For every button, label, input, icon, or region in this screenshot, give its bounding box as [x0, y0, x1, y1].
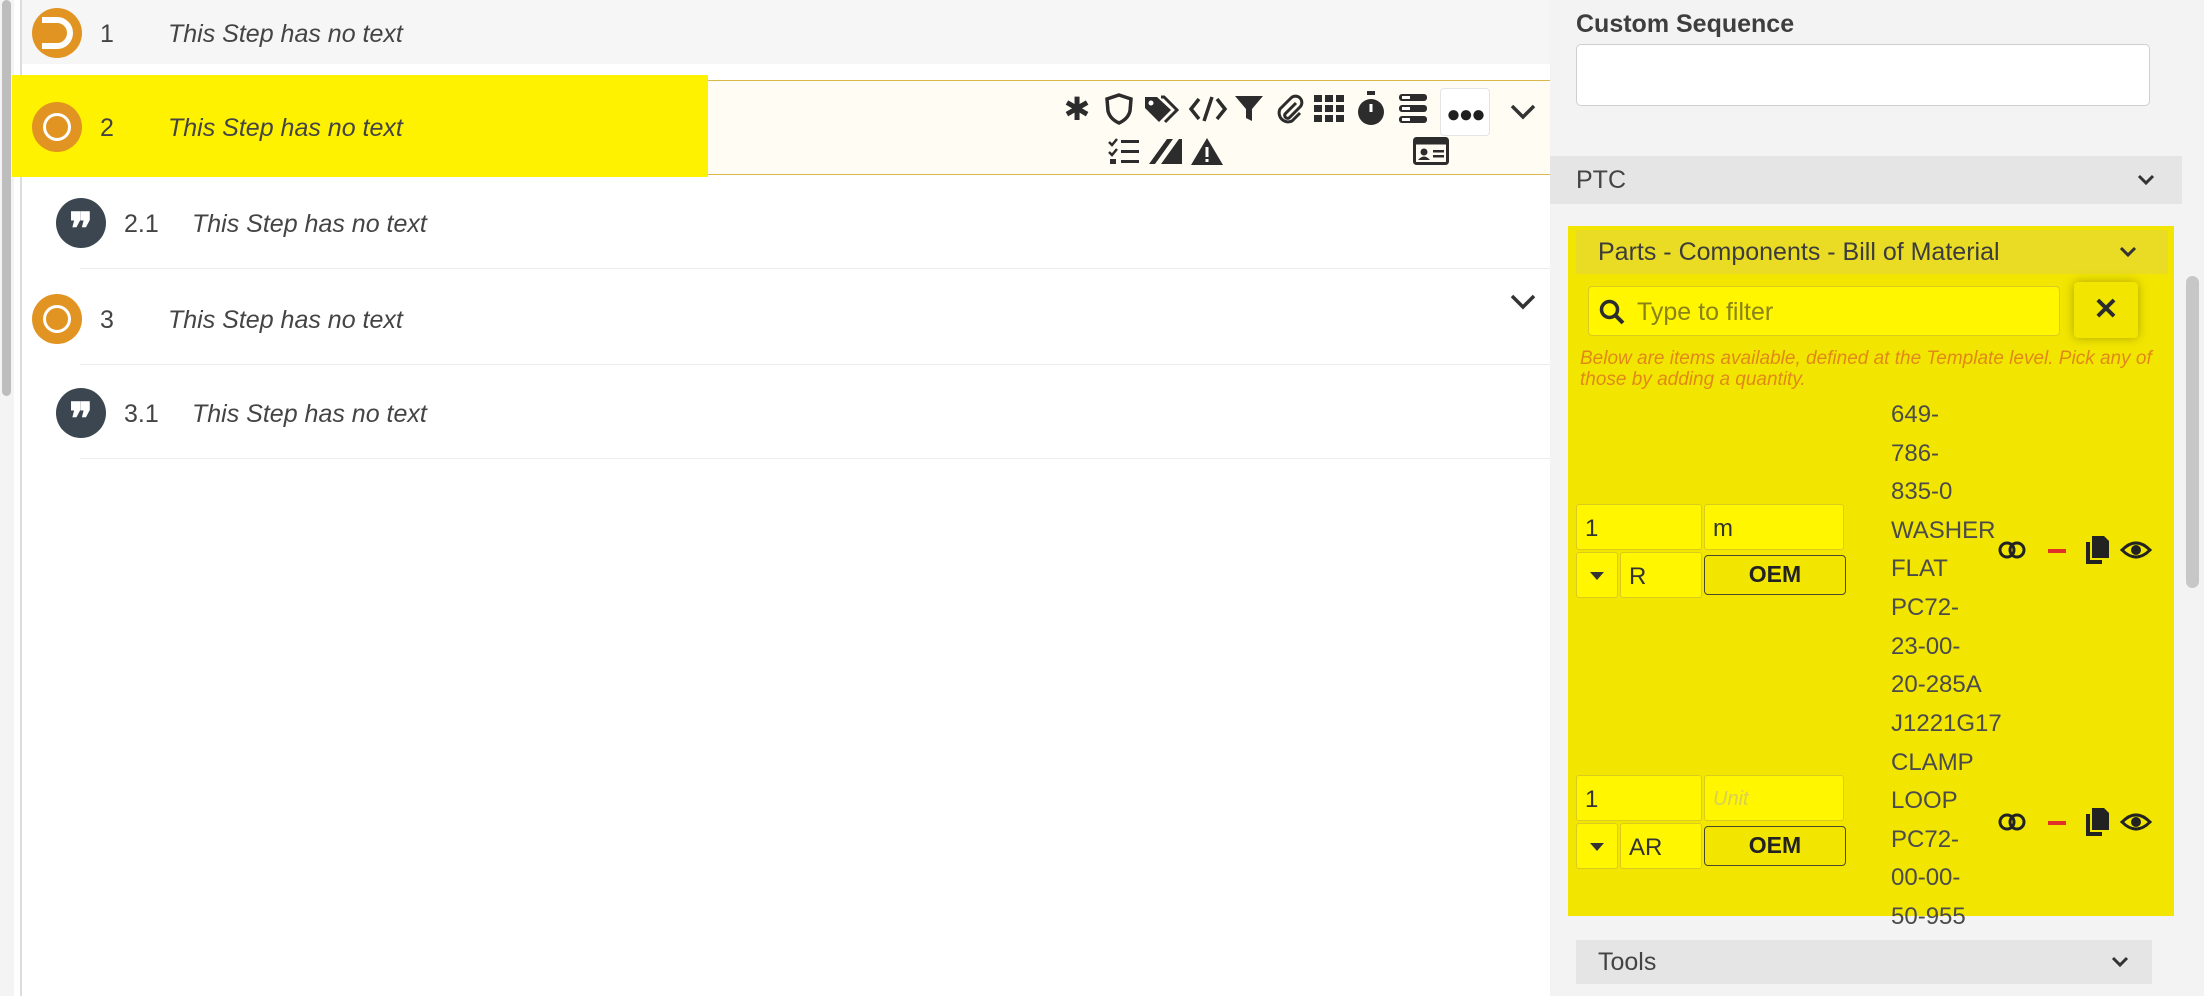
parts-filter-input[interactable]: Type to filter: [1588, 286, 2060, 336]
chevron-down-icon[interactable]: [2136, 170, 2156, 190]
step-number: 3: [100, 306, 114, 334]
step-status-ring-icon[interactable]: [32, 102, 82, 152]
clear-filter-button[interactable]: ✕: [2074, 282, 2138, 338]
oem-button[interactable]: OEM: [1704, 555, 1846, 595]
unit-input[interactable]: m: [1704, 504, 1844, 550]
step-row-3-1[interactable]: ❞ 3.1 This Step has no text: [22, 374, 1550, 458]
toggle-link-icon[interactable]: [1998, 539, 2026, 561]
tools-section-header[interactable]: Tools: [1576, 940, 2152, 984]
close-icon: ✕: [2093, 293, 2119, 326]
step-row-1[interactable]: 1 This Step has no text: [22, 0, 1550, 64]
quantity-input[interactable]: 1: [1576, 504, 1702, 550]
step-number: 3.1: [124, 400, 159, 428]
unit-input[interactable]: Unit: [1704, 775, 1844, 821]
paperclip-icon[interactable]: [1270, 90, 1308, 128]
part-description-line: 649-: [1891, 401, 1940, 428]
eye-icon[interactable]: [2120, 810, 2152, 834]
left-scrollbar-thumb[interactable]: [2, 0, 11, 396]
ptc-section-header[interactable]: PTC: [1550, 156, 2182, 204]
toggle-link-icon[interactable]: [1998, 811, 2026, 833]
chevron-down-icon[interactable]: [2118, 242, 2138, 262]
part-description-line: 786-: [1891, 439, 1940, 467]
part-description-line: 20-285A: [1891, 671, 1982, 699]
more-button[interactable]: ●●●: [1440, 88, 1490, 136]
step-number: 1: [100, 20, 114, 48]
quantity-input[interactable]: 1: [1576, 775, 1702, 821]
custom-sequence-label: Custom Sequence: [1576, 10, 1795, 38]
part-description-line: 23-00-: [1891, 632, 1961, 660]
id-card-icon[interactable]: [1412, 132, 1450, 170]
shield-icon[interactable]: [1100, 90, 1138, 128]
part-description-line: WASHER: [1891, 516, 1996, 544]
divider: [80, 458, 1550, 459]
part-description-line: 50-955: [1891, 902, 1966, 930]
signature-icon[interactable]: [1146, 132, 1184, 170]
part-description: J1221G17 CLAMP LOOP PC72- 00-00- 50-955: [1891, 705, 2002, 937]
oem-button[interactable]: OEM: [1704, 826, 1846, 866]
parts-hint-text: Below are items available, defined at th…: [1580, 348, 2152, 390]
remove-icon[interactable]: [2048, 820, 2066, 826]
step-text[interactable]: This Step has no text: [168, 114, 403, 143]
parts-section-header[interactable]: Parts - Components - Bill of Material: [1576, 230, 2168, 274]
part-description-line: PC72-: [1891, 593, 1960, 621]
step-status-partial-icon[interactable]: [32, 8, 82, 58]
filter-placeholder: Type to filter: [1637, 298, 1774, 326]
copy-icon[interactable]: [2084, 535, 2110, 565]
step-text[interactable]: This Step has no text: [168, 20, 403, 49]
type-select[interactable]: R: [1620, 552, 1702, 598]
chevron-down-icon[interactable]: [2110, 952, 2130, 972]
step-row-3[interactable]: 3 This Step has no text: [22, 278, 1550, 364]
steps-list: 1 This Step has no text 2 This Step has …: [12, 0, 1572, 996]
grid-icon[interactable]: [1310, 90, 1348, 128]
part-description-line: 835-0: [1891, 478, 1953, 506]
database-icon[interactable]: [1394, 90, 1432, 128]
checklist-icon[interactable]: [1104, 132, 1142, 170]
ptc-label: PTC: [1576, 166, 1626, 194]
step-number: 2: [100, 114, 114, 142]
divider: [80, 268, 1550, 269]
remove-icon[interactable]: [2048, 548, 2066, 554]
tags-icon[interactable]: [1142, 90, 1180, 128]
copy-icon[interactable]: [2084, 807, 2110, 837]
tools-label: Tools: [1598, 948, 1657, 976]
divider: [80, 364, 1550, 365]
caret-down-icon: [1590, 572, 1604, 580]
step-status-ring-icon[interactable]: [32, 294, 82, 344]
search-icon: [1599, 299, 1625, 325]
step-text[interactable]: This Step has no text: [192, 400, 427, 429]
right-scrollbar-thumb[interactable]: [2186, 276, 2199, 588]
code-icon[interactable]: [1186, 90, 1230, 128]
warning-icon[interactable]: [1188, 132, 1226, 170]
part-description-line: J1221G17: [1891, 710, 2002, 737]
chevron-down-icon[interactable]: [1508, 96, 1538, 126]
type-dropdown-toggle[interactable]: [1576, 552, 1618, 598]
part-description: 649- 786- 835-0 WASHER FLAT PC72- 23-00-…: [1891, 396, 1995, 705]
step-text[interactable]: This Step has no text: [192, 210, 427, 239]
custom-sequence-input[interactable]: [1576, 44, 2150, 106]
filter-icon[interactable]: [1230, 90, 1268, 128]
step-text[interactable]: This Step has no text: [168, 306, 403, 335]
parts-section-title: Parts - Components - Bill of Material: [1598, 238, 2000, 266]
quote-icon: ❞: [56, 198, 106, 248]
type-select[interactable]: AR: [1620, 823, 1702, 869]
caret-down-icon: [1590, 843, 1604, 851]
part-description-line: FLAT: [1891, 555, 1948, 583]
step-row-2-1[interactable]: ❞ 2.1 This Step has no text: [22, 188, 1550, 268]
eye-icon[interactable]: [2120, 538, 2152, 562]
more-icon: ●●●: [1446, 101, 1486, 128]
part-description-line: 00-00-: [1891, 864, 1961, 892]
asterisk-icon[interactable]: ✱: [1058, 90, 1096, 128]
part-description-line: LOOP: [1891, 787, 1958, 815]
type-dropdown-toggle[interactable]: [1576, 823, 1618, 869]
step-number: 2.1: [124, 210, 159, 238]
quote-icon: ❞: [56, 388, 106, 438]
stopwatch-icon[interactable]: [1352, 90, 1390, 128]
chevron-down-icon[interactable]: [1508, 286, 1538, 316]
part-description-line: CLAMP: [1891, 748, 1974, 776]
part-description-line: PC72-: [1891, 825, 1960, 853]
